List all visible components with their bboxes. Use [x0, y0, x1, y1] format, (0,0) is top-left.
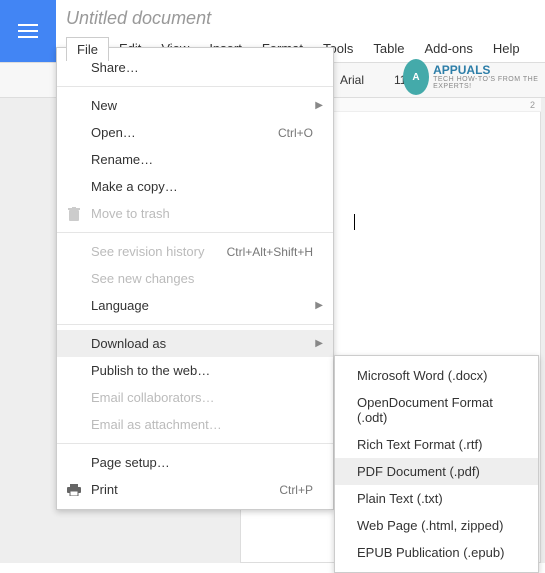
menu-separator: [57, 324, 333, 325]
font-selector[interactable]: Arial: [340, 73, 364, 87]
menu-icon: [18, 24, 38, 38]
shortcut-text: Ctrl+Alt+Shift+H: [227, 245, 313, 259]
ruler-mark: 2: [530, 100, 535, 110]
shortcut-text: Ctrl+P: [279, 483, 313, 497]
submenu-odt[interactable]: OpenDocument Format (.odt): [335, 389, 538, 431]
menu-trash: Move to trash: [57, 200, 333, 227]
submenu-arrow-icon: ▶: [315, 100, 323, 111]
submenu-pdf[interactable]: PDF Document (.pdf): [335, 458, 538, 485]
submenu-arrow-icon: ▶: [315, 300, 323, 311]
menu-separator: [57, 232, 333, 233]
document-title[interactable]: Untitled document: [66, 8, 545, 29]
menu-new[interactable]: New▶: [57, 92, 333, 119]
hamburger-button[interactable]: [0, 0, 56, 62]
submenu-rtf[interactable]: Rich Text Format (.rtf): [335, 431, 538, 458]
submenu-docx[interactable]: Microsoft Word (.docx): [335, 362, 538, 389]
menu-separator: [57, 86, 333, 87]
menu-language[interactable]: Language▶: [57, 292, 333, 319]
shortcut-text: Ctrl+O: [278, 126, 313, 140]
submenu-arrow-icon: ▶: [315, 338, 323, 349]
menu-separator: [57, 443, 333, 444]
menu-emailcollab: Email collaborators…: [57, 384, 333, 411]
text-cursor: [354, 214, 355, 230]
menu-rename[interactable]: Rename…: [57, 146, 333, 173]
menu-makecopy[interactable]: Make a copy…: [57, 173, 333, 200]
menu-print[interactable]: PrintCtrl+P: [57, 476, 333, 503]
trash-icon: [65, 207, 83, 221]
menu-open[interactable]: Open…Ctrl+O: [57, 119, 333, 146]
menu-pagesetup[interactable]: Page setup…: [57, 449, 333, 476]
menu-revision: See revision historyCtrl+Alt+Shift+H: [57, 238, 333, 265]
submenu-epub[interactable]: EPUB Publication (.epub): [335, 539, 538, 566]
submenu-txt[interactable]: Plain Text (.txt): [335, 485, 538, 512]
submenu-html[interactable]: Web Page (.html, zipped): [335, 512, 538, 539]
menu-file[interactable]: File: [66, 37, 109, 61]
menu-download[interactable]: Download as▶: [57, 330, 333, 357]
watermark-logo-icon: A: [403, 59, 429, 95]
menu-publish[interactable]: Publish to the web…: [57, 357, 333, 384]
watermark: A APPUALS TECH HOW-TO'S FROM THE EXPERTS…: [403, 56, 539, 98]
print-icon: [65, 484, 83, 496]
menu-emailattach: Email as attachment…: [57, 411, 333, 438]
download-submenu: Microsoft Word (.docx) OpenDocument Form…: [334, 355, 539, 573]
watermark-tagline: TECH HOW-TO'S FROM THE EXPERTS!: [433, 76, 539, 90]
menu-newchanges: See new changes: [57, 265, 333, 292]
watermark-brand: APPUALS: [433, 64, 539, 76]
file-menu-dropdown: Share… New▶ Open…Ctrl+O Rename… Make a c…: [56, 47, 334, 510]
